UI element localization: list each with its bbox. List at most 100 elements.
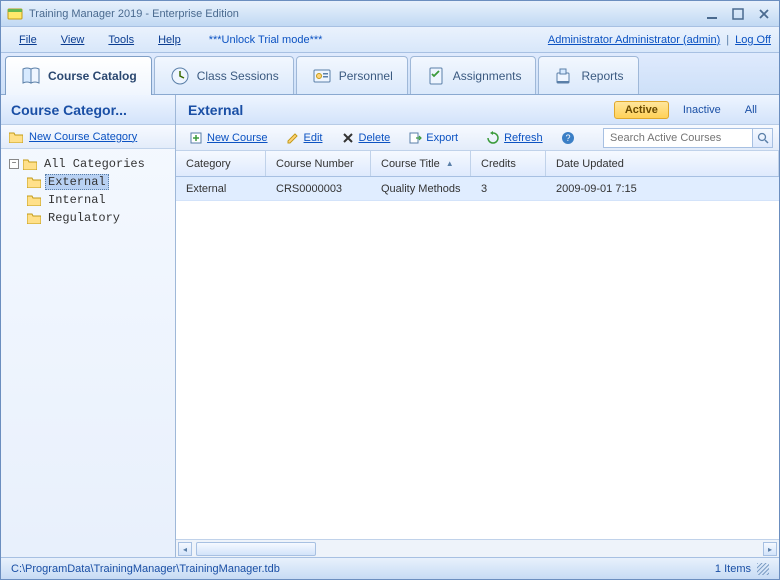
cell-category: External — [176, 183, 266, 195]
status-count: 1 Items — [715, 563, 751, 575]
delete-icon — [341, 131, 355, 145]
window-title: Training Manager 2019 - Enterprise Editi… — [29, 8, 703, 20]
help-button[interactable]: ? — [554, 128, 582, 148]
tab-label: Reports — [581, 69, 623, 83]
export-icon — [408, 131, 422, 145]
app-icon — [7, 6, 23, 22]
category-sidebar: Course Categor... New Course Category − … — [1, 95, 176, 557]
toolbar-label: Edit — [304, 132, 323, 144]
horizontal-scrollbar[interactable]: ◂ ▸ — [176, 539, 779, 557]
list-title: External — [188, 102, 610, 118]
new-course-button[interactable]: New Course — [182, 128, 275, 148]
current-user-link[interactable]: Administrator Administrator (admin) — [548, 34, 720, 46]
list-toolbar: New Course Edit Delete Export Refresh — [176, 125, 779, 151]
edit-icon — [286, 131, 300, 145]
scroll-left-arrow[interactable]: ◂ — [178, 542, 192, 556]
tab-label: Course Catalog — [48, 69, 137, 83]
tree-item-internal[interactable]: Internal — [5, 191, 171, 209]
sidebar-header: Course Categor... — [1, 95, 175, 125]
sessions-icon — [169, 65, 191, 87]
window-controls — [703, 7, 773, 21]
col-date-updated[interactable]: Date Updated — [546, 151, 779, 176]
tree-item-label: External — [45, 174, 109, 190]
toolbar-label: Export — [426, 132, 458, 144]
personnel-icon — [311, 65, 333, 87]
toolbar-label: Refresh — [504, 132, 543, 144]
filter-all[interactable]: All — [735, 102, 767, 118]
menu-help[interactable]: Help — [148, 30, 191, 50]
cell-number: CRS0000003 — [266, 183, 371, 195]
cell-credits: 3 — [471, 183, 546, 195]
folder-icon — [27, 193, 41, 207]
search-wrapper — [603, 128, 773, 148]
search-icon — [757, 132, 769, 144]
maximize-button[interactable] — [729, 7, 747, 21]
tab-reports[interactable]: Reports — [538, 56, 638, 94]
log-off-link[interactable]: Log Off — [735, 34, 771, 46]
cell-title: Quality Methods — [371, 183, 471, 195]
status-bar: C:\ProgramData\TrainingManager\TrainingM… — [1, 557, 779, 579]
course-grid: Category Course Number Course Title Cred… — [176, 151, 779, 539]
menu-view[interactable]: View — [51, 30, 95, 50]
tab-class-sessions[interactable]: Class Sessions — [154, 56, 294, 94]
folder-icon — [27, 211, 41, 225]
search-input[interactable] — [603, 128, 753, 148]
tree-root-label: All Categories — [41, 157, 148, 171]
tab-label: Class Sessions — [197, 69, 279, 83]
svg-text:?: ? — [565, 133, 570, 143]
folder-icon — [27, 175, 41, 189]
list-header: External Active Inactive All — [176, 95, 779, 125]
scroll-right-arrow[interactable]: ▸ — [763, 542, 777, 556]
col-category[interactable]: Category — [176, 151, 266, 176]
new-category-label: New Course Category — [29, 131, 137, 143]
course-list-pane: External Active Inactive All New Course … — [176, 95, 779, 557]
col-course-number[interactable]: Course Number — [266, 151, 371, 176]
tree-item-label: Internal — [45, 193, 109, 207]
new-category-button[interactable]: New Course Category — [1, 125, 175, 149]
refresh-icon — [486, 131, 500, 145]
main-tab-bar: Course Catalog Class Sessions Personnel … — [1, 53, 779, 95]
export-button[interactable]: Export — [401, 128, 465, 148]
tab-label: Personnel — [339, 69, 393, 83]
filter-inactive[interactable]: Inactive — [673, 102, 731, 118]
delete-button[interactable]: Delete — [334, 128, 398, 148]
tree-item-label: Regulatory — [45, 211, 123, 225]
resize-grip[interactable] — [757, 563, 769, 575]
table-row[interactable]: External CRS0000003 Quality Methods 3 20… — [176, 177, 779, 201]
catalog-icon — [20, 65, 42, 87]
tree-root[interactable]: − All Categories — [5, 155, 171, 173]
reports-icon — [553, 65, 575, 87]
col-credits[interactable]: Credits — [471, 151, 546, 176]
menu-bar: File View Tools Help ***Unlock Trial mod… — [1, 27, 779, 53]
minimize-button[interactable] — [703, 7, 721, 21]
edit-button[interactable]: Edit — [279, 128, 330, 148]
col-course-title[interactable]: Course Title — [371, 151, 471, 176]
scroll-thumb[interactable] — [196, 542, 316, 556]
tree-item-regulatory[interactable]: Regulatory — [5, 209, 171, 227]
help-icon: ? — [561, 131, 575, 145]
assignments-icon — [425, 65, 447, 87]
refresh-button[interactable]: Refresh — [479, 128, 550, 148]
app-window: Training Manager 2019 - Enterprise Editi… — [0, 0, 780, 580]
menu-file[interactable]: File — [9, 30, 47, 50]
toolbar-label: Delete — [359, 132, 391, 144]
tab-assignments[interactable]: Assignments — [410, 56, 537, 94]
filter-active[interactable]: Active — [614, 101, 669, 119]
search-button[interactable] — [753, 128, 773, 148]
tree-item-external[interactable]: External — [5, 173, 171, 191]
menu-tools[interactable]: Tools — [98, 30, 144, 50]
tab-label: Assignments — [453, 69, 522, 83]
menu-separator: | — [726, 34, 729, 46]
folder-icon — [23, 157, 37, 171]
unlock-trial-link[interactable]: ***Unlock Trial mode*** — [209, 34, 323, 46]
tree-collapse-icon[interactable]: − — [9, 159, 19, 169]
category-tree: − All Categories External Internal Regul… — [1, 149, 175, 557]
title-bar: Training Manager 2019 - Enterprise Editi… — [1, 1, 779, 27]
status-path: C:\ProgramData\TrainingManager\TrainingM… — [11, 563, 280, 575]
toolbar-label: New Course — [207, 132, 268, 144]
grid-header: Category Course Number Course Title Cred… — [176, 151, 779, 177]
tab-course-catalog[interactable]: Course Catalog — [5, 56, 152, 95]
cell-updated: 2009-09-01 7:15 — [546, 183, 779, 195]
close-button[interactable] — [755, 7, 773, 21]
tab-personnel[interactable]: Personnel — [296, 56, 408, 94]
